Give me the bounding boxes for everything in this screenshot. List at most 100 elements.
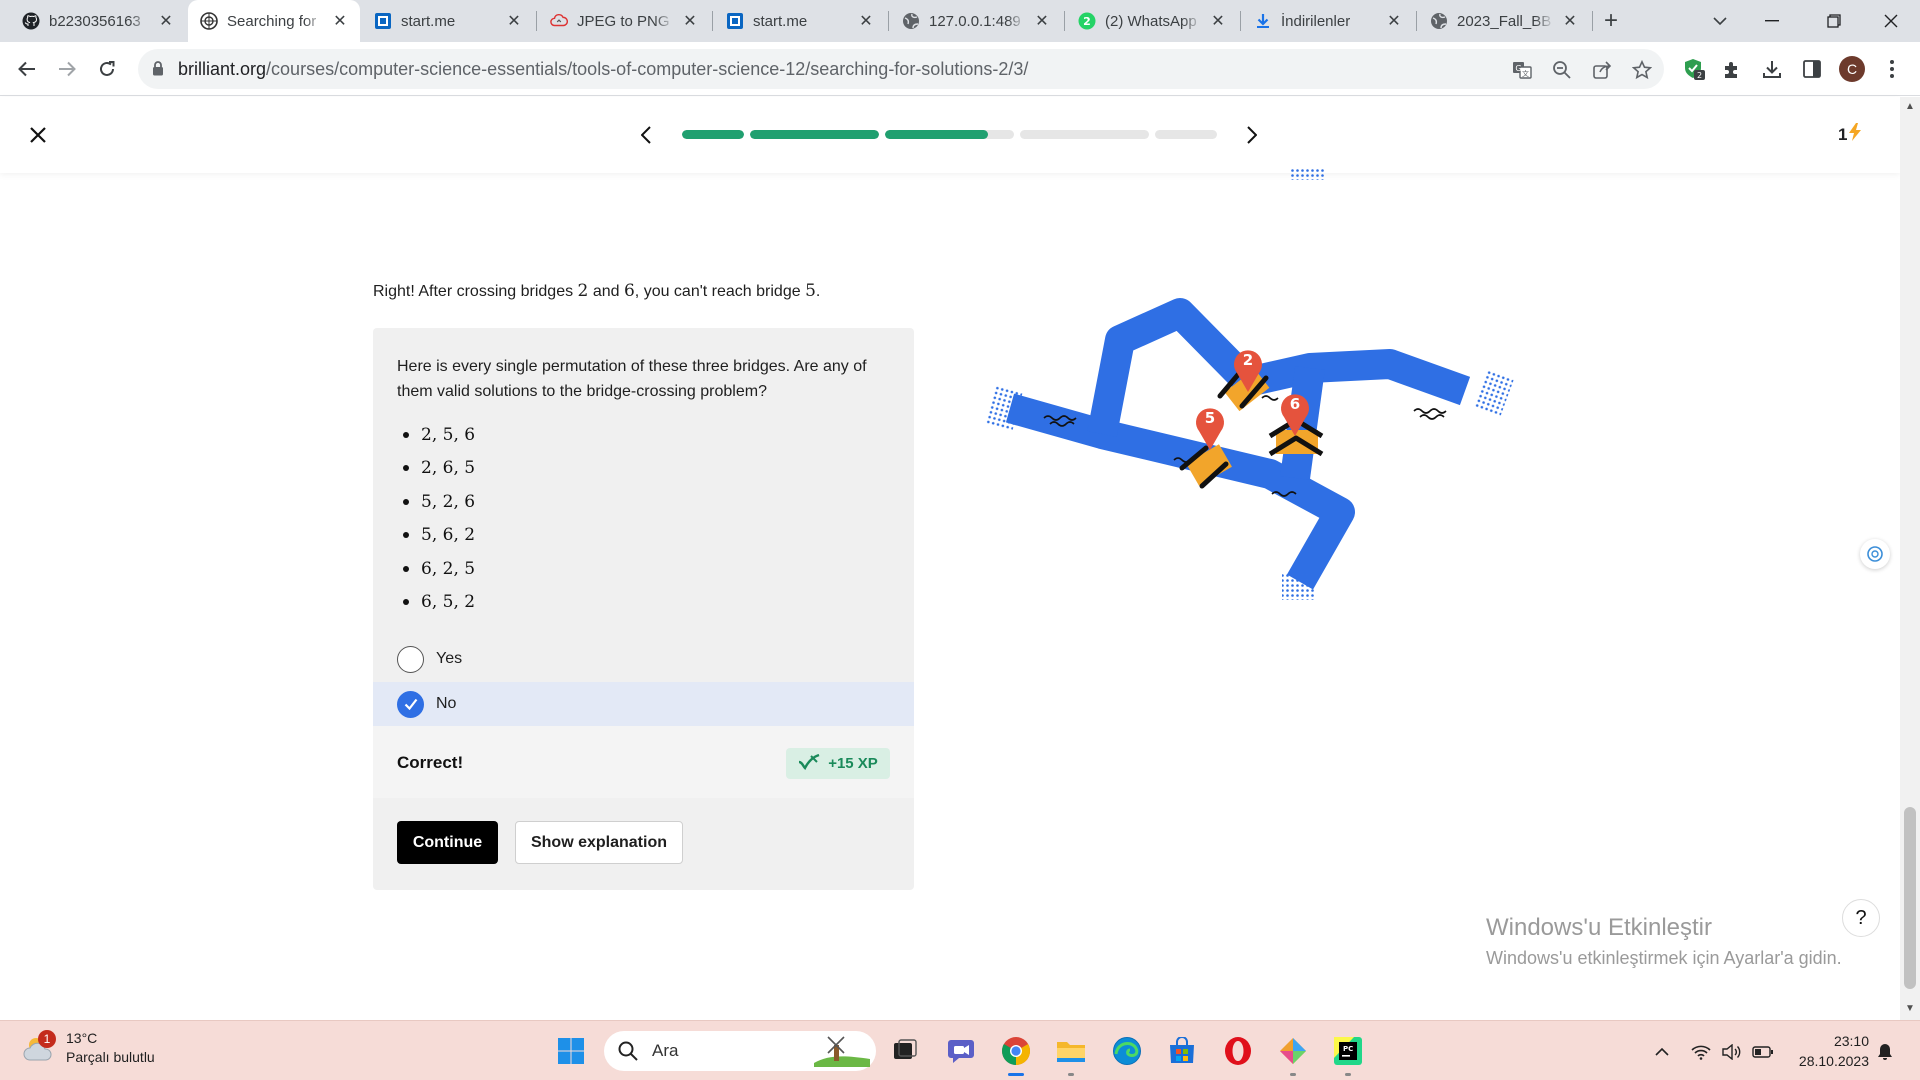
task-view-icon[interactable] <box>887 1033 923 1069</box>
side-panel-icon[interactable] <box>1799 56 1825 82</box>
xp-pencil-icon <box>798 753 820 774</box>
continue-button[interactable]: Continue <box>397 821 498 864</box>
weather-text: 13°C Parçalı bulutlu <box>66 1029 155 1067</box>
activation-subtitle: Windows'u etkinleştirmek için Ayarlar'a … <box>1486 948 1842 968</box>
tab-downloads[interactable]: İndirilenler ✕ <box>1242 0 1414 42</box>
downloads-icon[interactable] <box>1759 56 1785 82</box>
zoom-out-icon[interactable] <box>1551 59 1573 81</box>
close-icon[interactable] <box>24 121 52 149</box>
choice-yes[interactable]: Yes <box>373 637 914 681</box>
next-step-icon[interactable] <box>1238 121 1266 149</box>
close-icon[interactable]: ✕ <box>680 11 700 31</box>
download-icon <box>1254 12 1272 30</box>
tab-localhost[interactable]: 127.0.0.1:489 ✕ <box>890 0 1062 42</box>
forward-button[interactable] <box>52 54 82 84</box>
radio-button[interactable] <box>397 645 424 673</box>
teams-chat-icon[interactable] <box>943 1033 979 1069</box>
close-icon[interactable]: ✕ <box>1032 11 1052 31</box>
gem-app-icon[interactable] <box>1275 1033 1311 1076</box>
svg-text:2: 2 <box>1083 15 1091 28</box>
previous-step-icon[interactable] <box>632 121 660 149</box>
streak-counter[interactable]: 1 <box>1838 123 1862 146</box>
checkmark-icon <box>404 698 417 710</box>
opera-icon[interactable] <box>1220 1033 1256 1069</box>
chevron-up-icon[interactable] <box>1651 1041 1673 1063</box>
close-icon[interactable]: ✕ <box>330 11 350 31</box>
tab-startme-2[interactable]: start.me ✕ <box>714 0 886 42</box>
river-fade <box>1474 369 1514 417</box>
close-icon[interactable]: ✕ <box>1384 11 1404 31</box>
progress-segment[interactable] <box>1155 130 1217 139</box>
close-icon[interactable]: ✕ <box>1208 11 1228 31</box>
wifi-icon[interactable] <box>1690 1041 1712 1063</box>
lock-icon[interactable] <box>152 61 164 81</box>
search-placeholder: Ara <box>652 1041 679 1060</box>
list-item: 5, 6, 2 <box>397 519 475 553</box>
tab-separator <box>888 11 889 31</box>
close-icon[interactable]: ✕ <box>1560 11 1580 31</box>
bookmark-star-icon[interactable] <box>1631 59 1653 81</box>
volume-icon[interactable] <box>1721 1041 1743 1063</box>
tab-title: start.me <box>753 12 808 30</box>
page-scrollbar[interactable]: ▲ ▼ <box>1900 97 1920 1020</box>
translate-icon[interactable]: G文 <box>1511 59 1533 81</box>
progress-segment[interactable] <box>750 130 879 139</box>
tab-title: 2023_Fall_BB <box>1457 12 1552 30</box>
extension-shield-icon[interactable]: 2 <box>1681 56 1707 82</box>
show-explanation-button[interactable]: Show explanation <box>515 821 683 864</box>
tab-search-chevron-icon[interactable] <box>1695 0 1745 42</box>
progress-segment[interactable] <box>1020 130 1149 139</box>
battery-icon[interactable] <box>1752 1041 1774 1063</box>
taskbar-search[interactable]: Ara <box>604 1031 876 1071</box>
scroll-up-icon[interactable]: ▲ <box>1905 101 1915 112</box>
scroll-down-icon[interactable]: ▼ <box>1905 1003 1915 1014</box>
tab-separator <box>712 11 713 31</box>
windows-start-icon[interactable] <box>553 1033 589 1069</box>
extensions-puzzle-icon[interactable] <box>1719 56 1745 82</box>
close-icon[interactable]: ✕ <box>504 11 524 31</box>
new-tab-button[interactable]: + <box>1598 7 1624 34</box>
file-explorer-icon[interactable] <box>1053 1033 1089 1076</box>
windows-taskbar: 1 13°C Parçalı bulutlu Ara PC 23:10 28.1… <box>0 1020 1920 1080</box>
close-icon[interactable]: ✕ <box>856 11 876 31</box>
microsoft-store-icon[interactable] <box>1164 1033 1200 1069</box>
tab-startme-1[interactable]: start.me ✕ <box>362 0 534 42</box>
restore-button[interactable] <box>1809 0 1859 42</box>
close-window-button[interactable] <box>1866 0 1916 42</box>
progress-segment[interactable] <box>885 130 1014 139</box>
help-button[interactable]: ? <box>1842 899 1880 937</box>
tab-github[interactable]: b2230356163 ✕ <box>10 0 186 42</box>
pycharm-icon[interactable]: PC <box>1330 1033 1366 1076</box>
tab-fall-bbm[interactable]: 2023_Fall_BB ✕ <box>1418 0 1590 42</box>
startme-icon <box>726 12 744 30</box>
weather-widget[interactable]: 1 13°C Parçalı bulutlu <box>22 1029 155 1067</box>
windows-activation-watermark: Windows'u Etkinleştir Windows'u etkinleş… <box>1486 914 1842 969</box>
progress-segment[interactable] <box>682 130 744 139</box>
choice-no[interactable]: No <box>373 682 914 726</box>
permutation-list: 2, 5, 6 2, 6, 5 5, 2, 6 5, 6, 2 6, 2, 5 … <box>397 418 475 619</box>
tab-whatsapp[interactable]: 2 (2) WhatsApp ✕ <box>1066 0 1238 42</box>
tab-jpeg-to-png[interactable]: JPEG to PNG ✕ <box>538 0 710 42</box>
notification-bell-icon[interactable] <box>1874 1041 1896 1063</box>
address-bar[interactable]: brilliant.org/courses/computer-science-e… <box>138 49 1664 89</box>
url-text: brilliant.org/courses/computer-science-e… <box>178 59 1029 79</box>
share-icon[interactable] <box>1591 59 1613 81</box>
question-text: Here is every single permutation of thes… <box>397 358 867 400</box>
kebab-menu-icon[interactable] <box>1879 56 1905 82</box>
chrome-taskbar-icon[interactable] <box>998 1033 1034 1076</box>
scroll-thumb[interactable] <box>1904 807 1916 989</box>
windmill-landscape-icon <box>814 1035 870 1072</box>
assistant-widget-icon[interactable] <box>1860 539 1890 569</box>
reload-button[interactable] <box>92 54 122 84</box>
bridge-number: 2 <box>577 281 589 301</box>
minimize-button[interactable] <box>1747 0 1797 42</box>
back-button[interactable] <box>12 54 42 84</box>
radio-button[interactable] <box>397 690 424 718</box>
system-clock[interactable]: 23:10 28.10.2023 <box>1785 1031 1869 1071</box>
close-icon[interactable]: ✕ <box>156 11 176 31</box>
tab-brilliant[interactable]: Searching for ✕ <box>188 0 360 42</box>
edge-icon[interactable] <box>1109 1033 1145 1069</box>
result-row: Correct! +15 XP <box>373 726 914 798</box>
streak-count: 1 <box>1838 124 1848 144</box>
profile-avatar[interactable]: C <box>1839 56 1865 82</box>
